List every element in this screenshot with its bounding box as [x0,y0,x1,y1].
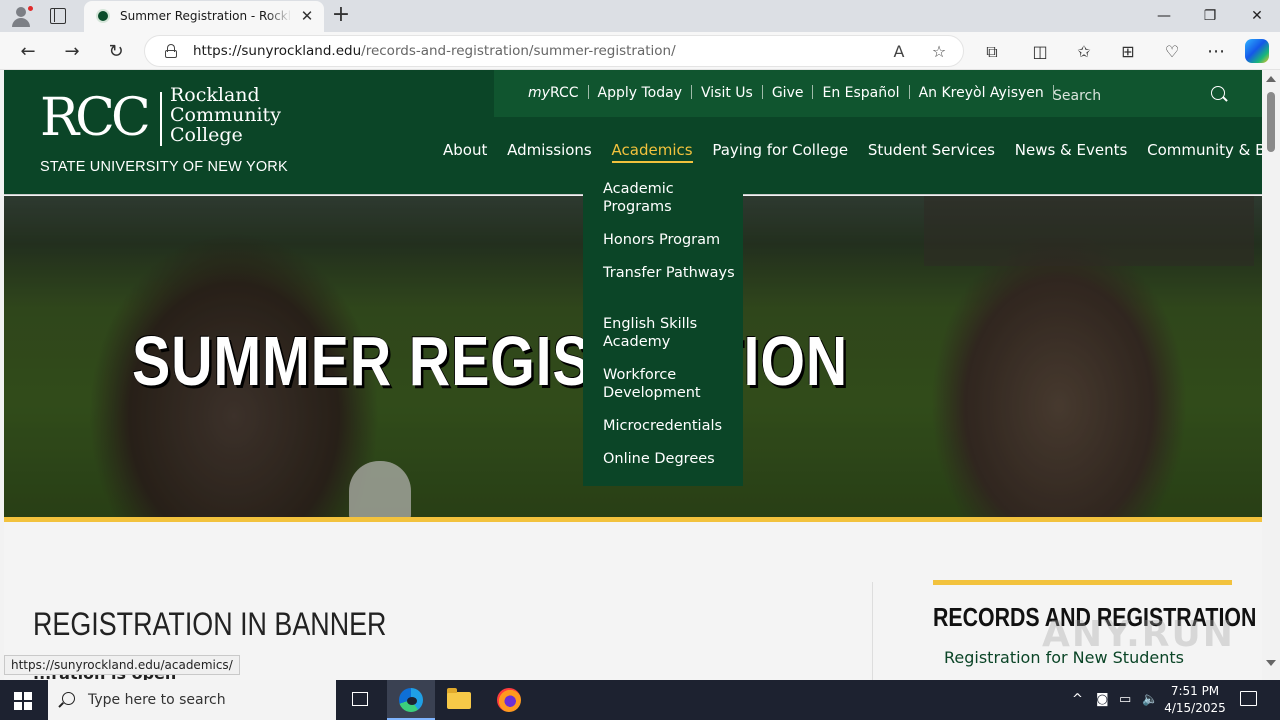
restore-button[interactable]: ❐ [1187,0,1233,32]
read-aloud-icon[interactable]: A [889,42,909,62]
profile-avatar-icon[interactable] [8,3,34,29]
scrollbar-thumb[interactable] [1267,92,1275,152]
utility-link-apply[interactable]: Apply Today [598,85,682,101]
lock-icon[interactable] [165,44,177,58]
taskbar-clock[interactable]: 7:51 PM 4/15/2025 [1160,683,1230,717]
browser-toolbar: ← → ↻ https://sunyrockland.edu/records-a… [0,32,1280,70]
main-nav: About Admissions Academics Paying for Co… [443,141,1262,164]
tray-network-icon[interactable]: ▭ [1119,692,1131,707]
reload-button[interactable]: ↻ [103,39,129,65]
taskbar-firefox-button[interactable] [485,680,533,720]
dropdown-item-academic-programs[interactable]: Academic Programs [603,180,738,216]
utility-link-espanol[interactable]: En Español [822,85,899,101]
firefox-icon [497,688,521,712]
anyrun-watermark: ANY.RUN [1042,614,1235,655]
page-scrollbar[interactable] [1262,70,1280,680]
nav-about[interactable]: About [443,141,487,159]
utility-link-give[interactable]: Give [772,85,804,101]
more-options-icon[interactable]: ⋯ [1203,39,1229,65]
logo-mark: RCC [40,88,151,148]
tab-title: Summer Registration - Rockland [120,9,292,23]
utility-link-kreyol[interactable]: An Kreyòl Ayisyen [919,85,1044,101]
scroll-down-arrow-icon[interactable] [1266,660,1276,666]
utility-link-visit[interactable]: Visit Us [701,85,753,101]
task-view-icon [352,692,368,706]
nav-student-services[interactable]: Student Services [868,141,995,159]
tray-volume-icon[interactable]: 🔈 [1142,692,1158,707]
tray-chevron-icon[interactable]: ^ [1072,692,1083,707]
favorites-icon[interactable]: ✩ [1071,39,1097,65]
tab-actions-icon[interactable] [50,8,66,24]
utility-link-myrcc[interactable]: myRCC [528,85,579,101]
dropdown-item-english-skills-academy[interactable]: English Skills Academy [603,315,738,351]
address-bar[interactable]: https://sunyrockland.edu/records-and-reg… [144,35,964,67]
utility-links: myRCC Apply Today Visit Us Give En Español An… [528,85,1063,101]
clock-date: 4/15/2025 [1164,701,1226,715]
new-tab-button[interactable]: + [330,4,352,26]
nav-admissions[interactable]: Admissions [507,141,592,159]
section-heading: REGISTRATION IN BANNER [33,606,387,642]
close-window-button[interactable]: ✕ [1234,0,1280,32]
extensions-icon[interactable]: ⧉ [979,39,1005,65]
url-text[interactable]: https://sunyrockland.edu/records-and-reg… [193,43,676,59]
nav-news-events[interactable]: News & Events [1015,141,1128,159]
rcc-logo[interactable]: RCC Rockland Community College STATE UNI… [40,84,300,178]
collections-icon[interactable]: ⊞ [1115,39,1141,65]
forward-button[interactable]: → [59,39,85,65]
logo-divider [160,92,162,146]
search-icon[interactable] [1211,86,1225,100]
dropdown-item-online-degrees[interactable]: Online Degrees [603,450,738,468]
logo-name: Rockland Community College [170,84,281,146]
site-favicon-icon [96,9,110,23]
favorite-star-icon[interactable]: ☆ [929,42,949,62]
windows-start-icon[interactable] [14,692,32,710]
nav-academics[interactable]: Academics [611,141,693,164]
windows-taskbar: Type here to search ^ ◙ ▭ 🔈 7:51 PM 4/15… [0,680,1280,720]
link-status-bar: https://sunyrockland.edu/academics/ [4,655,240,675]
tray-meet-icon[interactable]: ◙ [1096,692,1109,707]
browser-tab-active[interactable]: Summer Registration - Rockland ✕ [84,1,324,32]
site-search-input[interactable]: Search [1053,88,1101,104]
web-page: RCC Rockland Community College STATE UNI… [0,70,1262,680]
nav-community-business[interactable]: Community & Business [1147,141,1262,159]
browser-tab-bar: Summer Registration - Rockland ✕ + — ❐ ✕ [0,0,1280,32]
sidebar-gold-rule [933,580,1232,585]
logo-subtitle: STATE UNIVERSITY OF NEW YORK [40,159,288,175]
taskbar-file-explorer-button[interactable] [435,680,483,720]
dropdown-item-microcredentials[interactable]: Microcredentials [603,417,738,435]
scroll-up-arrow-icon[interactable] [1266,76,1276,82]
nav-paying-for-college[interactable]: Paying for College [712,141,848,159]
back-button[interactable]: ← [15,39,41,65]
folder-icon [447,688,471,709]
minimize-button[interactable]: — [1141,0,1187,32]
clock-time: 7:51 PM [1170,684,1220,698]
taskbar-search-placeholder: Type here to search [88,692,226,708]
dropdown-item-transfer-pathways[interactable]: Transfer Pathways [603,264,738,282]
edge-icon [399,688,423,712]
taskbar-search-icon [62,692,75,705]
task-view-button[interactable] [336,680,384,720]
split-screen-icon[interactable]: ◫ [1027,39,1053,65]
academics-dropdown-menu: Academic Programs Honors Program Transfe… [583,163,743,486]
performance-icon[interactable]: ♡ [1159,39,1185,65]
taskbar-search-box[interactable]: Type here to search [48,680,336,720]
dropdown-item-workforce-development[interactable]: Workforce Development [603,366,738,402]
utility-nav: myRCC Apply Today Visit Us Give En Español An… [494,70,1262,117]
dropdown-item-honors-program[interactable]: Honors Program [603,231,738,249]
column-divider [872,582,873,680]
taskbar-edge-button[interactable] [387,680,435,720]
tab-close-button[interactable]: ✕ [298,7,316,25]
copilot-icon[interactable] [1245,39,1269,63]
notifications-icon[interactable] [1240,691,1257,706]
